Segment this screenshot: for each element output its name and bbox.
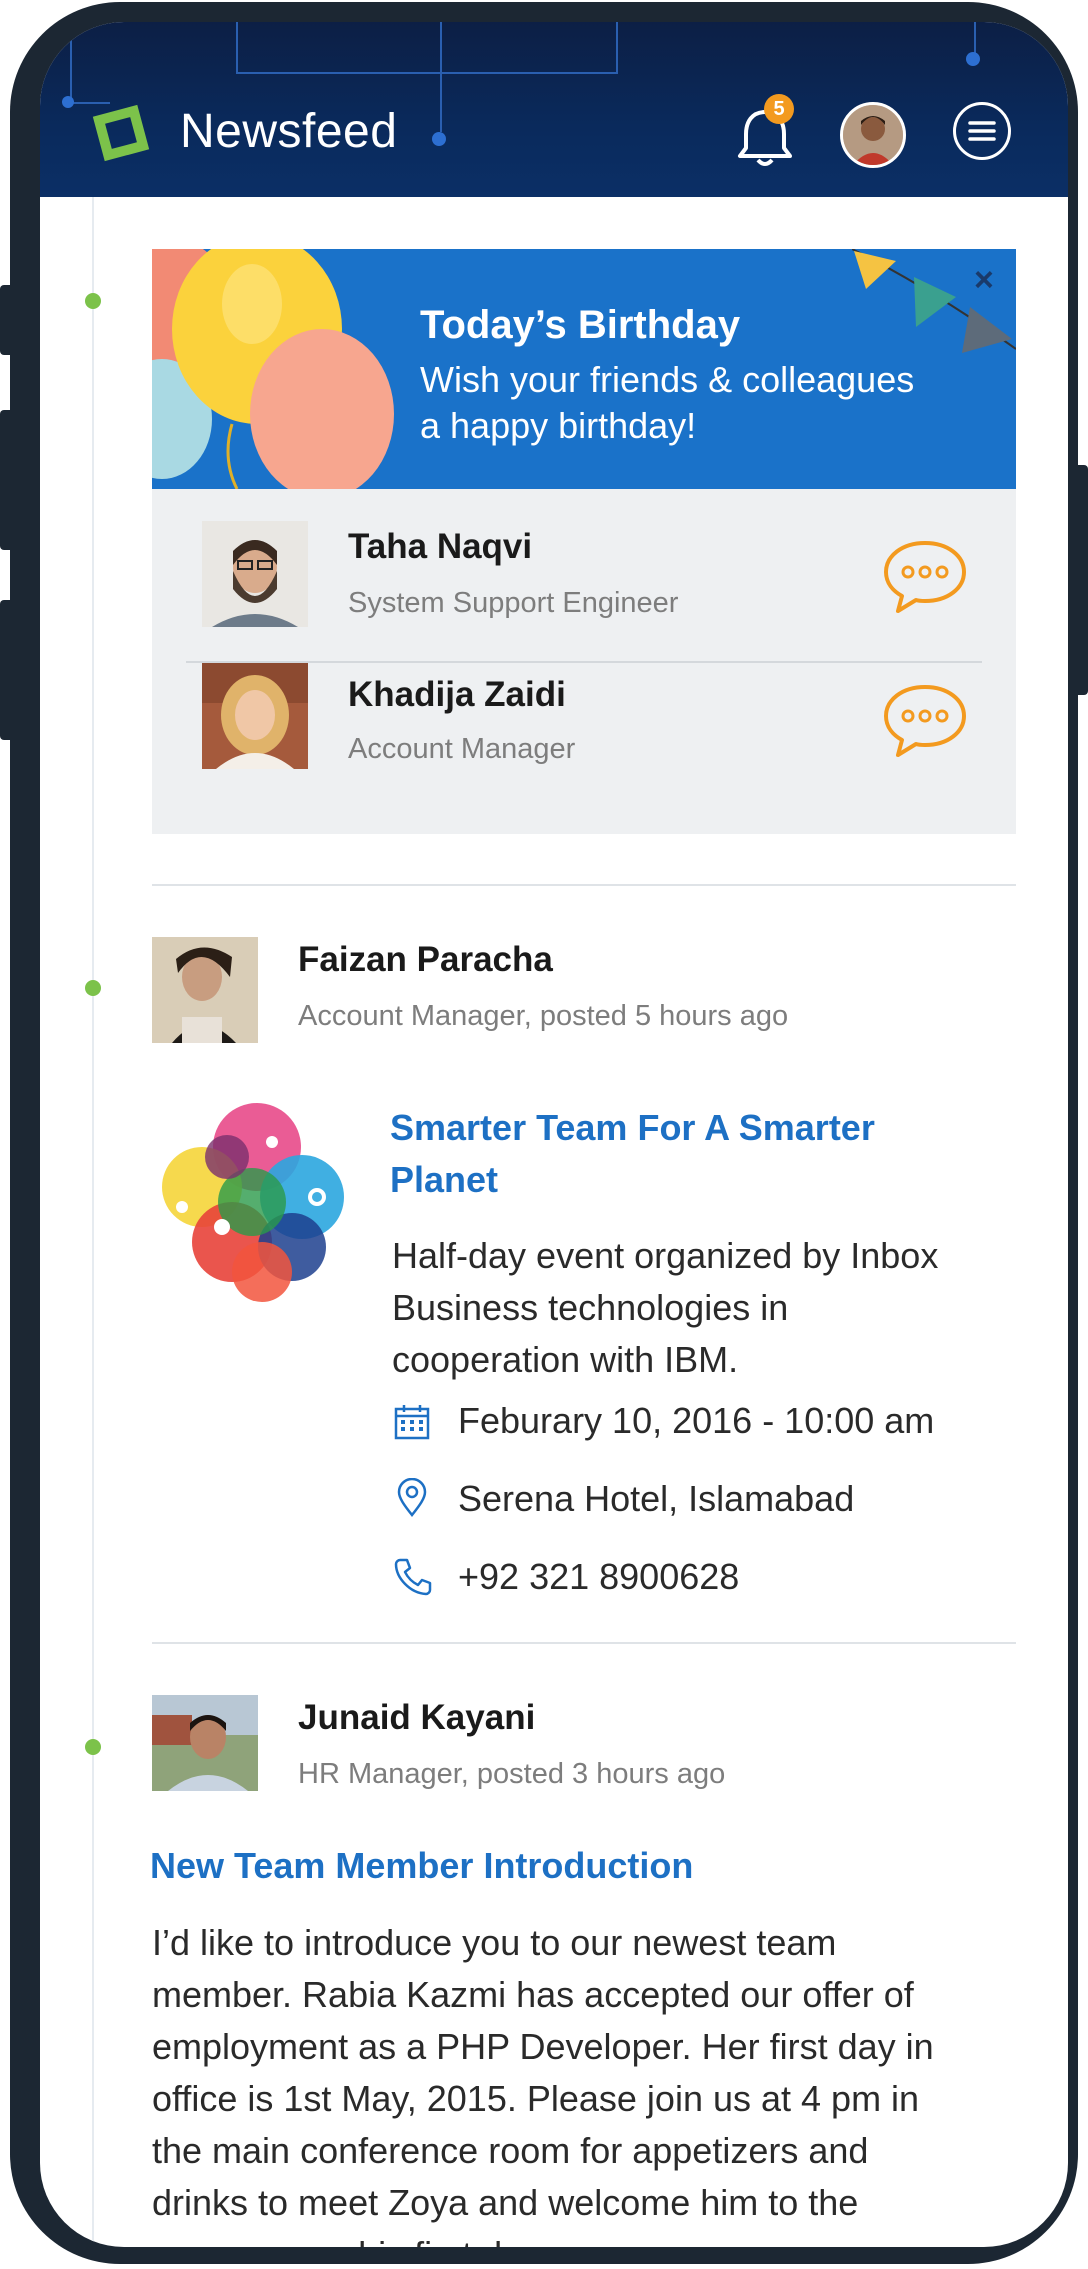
avatar — [152, 937, 258, 1043]
calendar-icon — [394, 1405, 430, 1440]
person-photo — [202, 663, 308, 769]
birthday-person-row: Taha Naqvi System Support Engineer — [152, 489, 1016, 659]
close-birthday-button[interactable]: × — [974, 261, 994, 300]
hamburger-menu-icon — [968, 121, 996, 141]
divider — [152, 884, 1016, 886]
person-role: Account Manager — [348, 733, 576, 765]
timeline-dot — [85, 980, 101, 996]
avatar — [152, 1695, 258, 1791]
event-description-line: cooperation with IBM. — [392, 1339, 739, 1380]
phone-icon — [394, 1558, 432, 1596]
post-body-line: member. Rabia Kazmi has accepted our off… — [152, 1974, 914, 2015]
avatar — [843, 105, 903, 165]
menu-button[interactable] — [953, 102, 1011, 160]
notification-badge: 5 — [764, 94, 794, 124]
notifications-button[interactable]: 5 — [730, 94, 800, 172]
post-body-line: I’d like to introduce you to our newest … — [152, 1922, 837, 1963]
event-title-link[interactable]: Smarter Team For A Smarter Planet — [390, 1102, 875, 1206]
chat-bubble-icon[interactable] — [880, 537, 970, 617]
timeline-dot — [85, 293, 101, 309]
screen: Newsfeed 5 × Today’s Birthday Wish your … — [40, 22, 1068, 2247]
post-body-line: drinks to meet Zoya and welcome him to t… — [152, 2182, 859, 2223]
event-title-line: Smarter Team For A Smarter — [390, 1107, 875, 1148]
event-description-line: Business technologies in — [392, 1287, 789, 1328]
person-name: Khadija Zaidi — [348, 675, 566, 714]
location-pin-icon — [397, 1478, 427, 1518]
post-title-link[interactable]: New Team Member Introduction — [150, 1840, 693, 1892]
birthday-subtitle: Wish your friends & colleagues a happy b… — [420, 357, 980, 449]
person-photo — [202, 521, 308, 627]
birthday-subtitle-line: Wish your friends & colleagues — [420, 359, 915, 400]
post-author[interactable]: Junaid Kayani — [298, 1698, 535, 1738]
post-author[interactable]: Faizan Paracha — [298, 940, 553, 980]
person-role: System Support Engineer — [348, 587, 679, 619]
birthday-subtitle-line: a happy birthday! — [420, 405, 697, 446]
birthday-banner: × Today’s Birthday Wish your friends & c… — [152, 249, 1016, 489]
event-title-line: Planet — [390, 1159, 499, 1200]
page-title: Newsfeed — [180, 105, 398, 158]
birthday-person-row: Khadija Zaidi Account Manager — [152, 663, 1016, 833]
timeline-line — [92, 197, 94, 2247]
event-date: Feburary 10, 2016 - 10:00 am — [458, 1400, 935, 1441]
timeline-dot — [85, 1739, 101, 1755]
divider — [152, 1642, 1016, 1644]
event-description-line: Half-day event organized by Inbox — [392, 1235, 939, 1276]
balloons-illustration — [152, 249, 394, 489]
app-header: Newsfeed 5 — [40, 22, 1068, 197]
phone-frame: Newsfeed 5 × Today’s Birthday Wish your … — [10, 2, 1078, 2264]
post-meta: Account Manager, posted 5 hours ago — [298, 1000, 789, 1032]
person-name: Taha Naqvi — [348, 527, 533, 566]
post-meta: HR Manager, posted 3 hours ago — [298, 1758, 726, 1790]
profile-avatar-button[interactable] — [840, 102, 906, 168]
chat-bubble-icon[interactable] — [880, 681, 970, 761]
post-body: I’d like to introduce you to our newest … — [152, 1917, 1032, 2247]
event-logo — [162, 1103, 344, 1302]
birthday-title: Today’s Birthday — [420, 303, 741, 347]
post-body-line: employment as a PHP Developer. Her first… — [152, 2026, 934, 2067]
post-body-line: office is 1st May, 2015. Please join us … — [152, 2078, 920, 2119]
birthday-people-list: Taha Naqvi System Support Engineer Khadi… — [152, 489, 1016, 834]
event-description: Half-day event organized by Inbox Busine… — [392, 1230, 938, 1386]
event-location: Serena Hotel, Islamabad — [458, 1478, 855, 1519]
event-phone[interactable]: +92 321 8900628 — [458, 1556, 739, 1598]
app-logo-icon — [92, 104, 150, 162]
post-body-line: company on his first day. — [152, 2229, 1032, 2247]
post-body-line: the main conference room for appetizers … — [152, 2130, 869, 2171]
